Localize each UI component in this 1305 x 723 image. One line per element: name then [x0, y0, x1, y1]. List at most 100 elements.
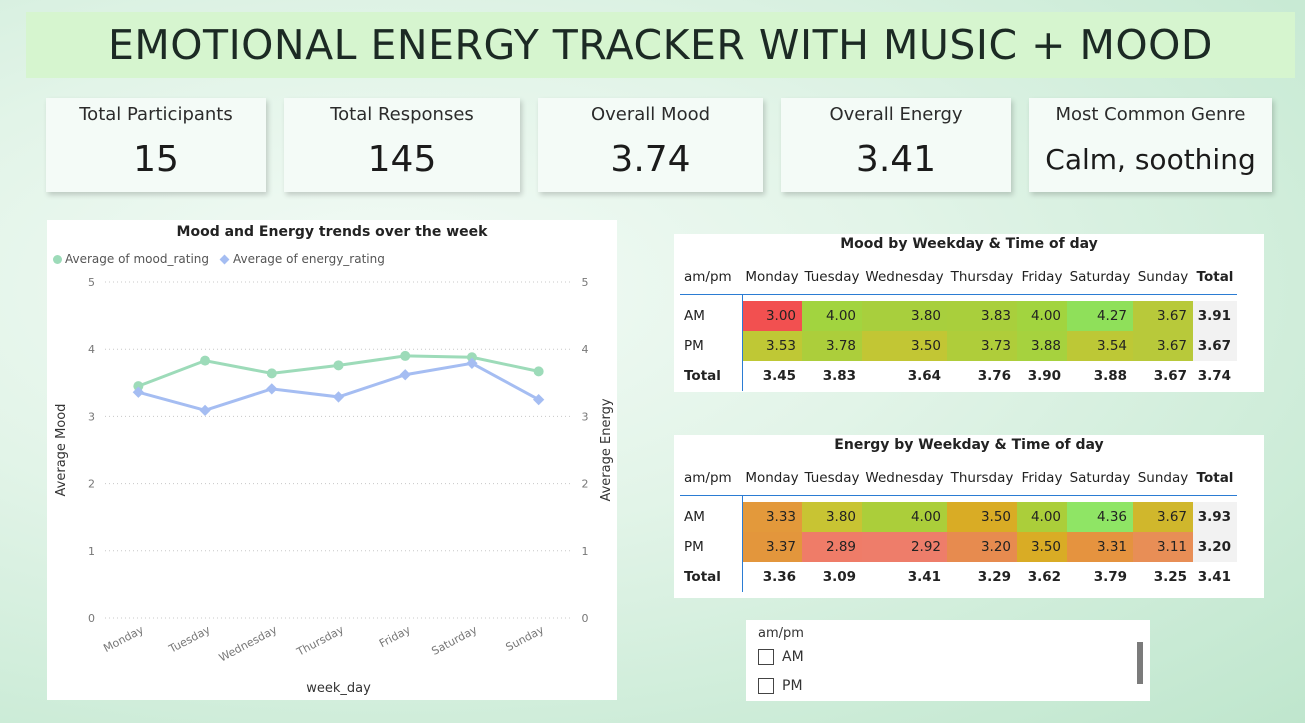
matrix-column-header[interactable]: Tuesday — [802, 260, 862, 295]
kpi-value: 3.74 — [610, 139, 691, 180]
matrix-column-header[interactable]: Saturday — [1067, 260, 1133, 295]
matrix-column-header[interactable]: Saturday — [1067, 461, 1133, 496]
matrix-row[interactable]: AM 3.00 4.00 3.80 3.83 4.00 4.27 3.67 3.91 — [680, 301, 1237, 331]
kpi-overall-energy[interactable]: Overall Energy 3.41 — [781, 98, 1011, 192]
matrix-cell[interactable]: 4.00 — [1017, 301, 1067, 331]
data-point — [266, 368, 277, 379]
matrix-row-label: Total — [680, 562, 743, 592]
energy-matrix[interactable]: Energy by Weekday & Time of day am/pm Mon… — [674, 435, 1264, 598]
matrix-row-total: 3.91 — [1193, 301, 1237, 331]
checkbox-icon[interactable] — [758, 649, 774, 665]
matrix-column-total: 3.64 — [907, 368, 941, 384]
x-tick-label: Tuesday — [166, 623, 213, 656]
data-point — [333, 360, 344, 371]
matrix-title: Energy by Weekday & Time of day — [834, 437, 1104, 453]
matrix-cell[interactable]: 3.33 — [742, 502, 802, 532]
matrix-row[interactable]: PM 3.37 2.89 2.92 3.20 3.50 3.31 3.11 3.20 — [680, 532, 1237, 562]
matrix-cell[interactable]: 4.00 — [802, 301, 862, 331]
kpi-label: Total Participants — [79, 104, 233, 125]
matrix-cell[interactable]: 3.78 — [802, 331, 862, 361]
matrix-column-header[interactable]: Tuesday — [802, 461, 862, 496]
matrix-cell[interactable]: 3.80 — [862, 301, 947, 331]
matrix-column-header[interactable]: Friday — [1017, 461, 1067, 496]
ampm-slicer[interactable]: am/pm AM PM — [746, 620, 1150, 701]
x-tick-label: Friday — [377, 623, 413, 650]
kpi-total-responses[interactable]: Total Responses 145 — [284, 98, 520, 192]
y-tick-label: 3 — [88, 410, 95, 423]
matrix-header-row: am/pm Monday Tuesday Wednesday Thursday Frida… — [680, 260, 1237, 295]
matrix-cell[interactable]: 3.83 — [947, 301, 1017, 331]
kpi-most-common-genre[interactable]: Most Common Genre Calm, soothing — [1029, 98, 1272, 192]
matrix-cell[interactable]: 3.50 — [1017, 532, 1067, 562]
x-tick-label: Monday — [101, 623, 146, 655]
matrix-row-label: Total — [680, 361, 743, 391]
chart-plot-area: 0 0 1 1 2 2 3 3 4 4 5 5 Monday Tuesday Wednesday Thursd… — [54, 276, 614, 696]
matrix-cell[interactable]: 3.11 — [1133, 532, 1193, 562]
matrix-column-header[interactable]: Friday — [1017, 260, 1067, 295]
matrix-cell[interactable]: 4.00 — [1017, 502, 1067, 532]
matrix-column-header[interactable]: Monday — [742, 260, 802, 295]
y2-axis-label: Average Energy — [599, 398, 614, 501]
matrix-cell[interactable]: 3.37 — [742, 532, 802, 562]
y2-tick-label: 5 — [582, 276, 589, 289]
matrix-cell[interactable]: 4.36 — [1067, 502, 1133, 532]
matrix-row-label: AM — [680, 301, 743, 331]
matrix-cell[interactable]: 3.67 — [1133, 301, 1193, 331]
matrix-column-header[interactable]: Monday — [742, 461, 802, 496]
matrix-cell[interactable]: 4.00 — [862, 502, 947, 532]
kpi-overall-mood[interactable]: Overall Mood 3.74 — [538, 98, 763, 192]
slicer-option-pm[interactable]: PM — [758, 678, 803, 694]
matrix-row-label: AM — [680, 502, 743, 532]
y2-tick-label: 2 — [582, 478, 589, 491]
matrix-column-total: 3.62 — [1027, 569, 1061, 585]
matrix-cell[interactable]: 3.73 — [947, 331, 1017, 361]
matrix-row-header: am/pm — [680, 260, 742, 295]
matrix-row[interactable]: PM 3.53 3.78 3.50 3.73 3.88 3.54 3.67 3.67 — [680, 331, 1237, 361]
matrix-column-header[interactable]: Sunday — [1133, 461, 1193, 496]
slicer-scrollbar[interactable] — [1137, 642, 1143, 684]
kpi-total-participants[interactable]: Total Participants 15 — [46, 98, 266, 192]
matrix-cell[interactable]: 3.53 — [742, 331, 802, 361]
matrix-column-header[interactable]: Sunday — [1133, 260, 1193, 295]
matrix-cell[interactable]: 3.31 — [1067, 532, 1133, 562]
y2-tick-label: 4 — [582, 343, 589, 356]
matrix-cell[interactable]: 3.54 — [1067, 331, 1133, 361]
matrix-total-header: Total — [1193, 260, 1237, 295]
matrix-column-total: 3.09 — [822, 569, 856, 585]
matrix-cell[interactable]: 2.92 — [862, 532, 947, 562]
matrix-column-total: 3.83 — [822, 368, 856, 384]
matrix-cell[interactable]: 4.27 — [1067, 301, 1133, 331]
kpi-value: Calm, soothing — [1045, 143, 1256, 176]
matrix-cell[interactable]: 2.89 — [802, 532, 862, 562]
matrix-row[interactable]: AM 3.33 3.80 4.00 3.50 4.00 4.36 3.67 3.93 — [680, 502, 1237, 532]
y-tick-label: 5 — [88, 276, 95, 289]
matrix-cell[interactable]: 3.00 — [742, 301, 802, 331]
data-point — [332, 391, 345, 403]
matrix-total-row: Total 3.36 3.09 3.41 3.29 3.62 3.79 3.25 3.41 — [680, 562, 1237, 592]
matrix-cell[interactable]: 3.50 — [947, 502, 1017, 532]
matrix-column-header[interactable]: Wednesday — [862, 260, 947, 295]
mood-matrix[interactable]: Mood by Weekday & Time of day am/pm Monda… — [674, 234, 1264, 392]
x-tick-label: Sunday — [504, 623, 547, 654]
matrix-column-total: 3.41 — [907, 569, 941, 585]
y-axis-label: Average Mood — [54, 404, 69, 497]
matrix-total-header: Total — [1193, 461, 1237, 496]
matrix-cell[interactable]: 3.88 — [1017, 331, 1067, 361]
matrix-cell[interactable]: 3.80 — [802, 502, 862, 532]
matrix-column-total: 3.36 — [762, 569, 796, 585]
matrix-column-header[interactable]: Wednesday — [862, 461, 947, 496]
matrix-column-header[interactable]: Thursday — [947, 260, 1017, 295]
matrix-row-label: PM — [680, 532, 743, 562]
mood-energy-line-chart[interactable]: Mood and Energy trends over the week Ave… — [47, 220, 617, 700]
matrix-row-label: PM — [680, 331, 743, 361]
checkbox-icon[interactable] — [758, 678, 774, 694]
matrix-cell[interactable]: 3.67 — [1133, 331, 1193, 361]
kpi-value: 145 — [367, 139, 437, 180]
matrix-cell[interactable]: 3.67 — [1133, 502, 1193, 532]
matrix-column-total: 3.88 — [1093, 368, 1127, 384]
matrix-column-header[interactable]: Thursday — [947, 461, 1017, 496]
slicer-option-am[interactable]: AM — [758, 649, 804, 665]
matrix-cell[interactable]: 3.20 — [947, 532, 1017, 562]
matrix-cell[interactable]: 3.50 — [862, 331, 947, 361]
matrix-column-total: 3.25 — [1153, 569, 1187, 585]
